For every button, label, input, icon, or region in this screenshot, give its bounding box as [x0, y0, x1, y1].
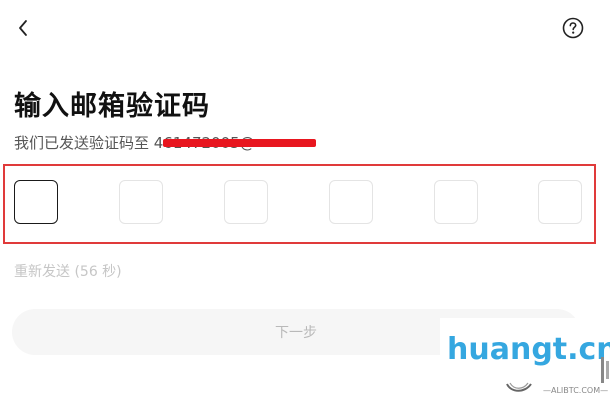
next-button-label: 下一步: [275, 325, 317, 341]
otp-cell-3[interactable]: [224, 180, 268, 224]
help-button[interactable]: [561, 16, 585, 40]
otp-cell-4[interactable]: [329, 180, 373, 224]
resend-link[interactable]: 重新发送 (56 秒): [14, 261, 122, 281]
otp-cell-2[interactable]: [119, 180, 163, 224]
subtitle-prefix: 我们已发送验证码至: [14, 134, 150, 152]
chevron-left-icon: [19, 20, 27, 36]
watermark-subtext: —ALIBTC.COM—: [543, 386, 609, 395]
watermark-text: huangt.cn: [447, 332, 610, 367]
redaction-mark: [163, 139, 316, 147]
otp-cell-6[interactable]: [538, 180, 582, 224]
page-title: 输入邮箱验证码: [14, 91, 210, 122]
watermark-logo-icon: [506, 382, 532, 392]
back-button[interactable]: [12, 16, 34, 40]
question-circle-icon: [562, 17, 584, 39]
otp-highlight-frame: [3, 164, 596, 244]
otp-cell-5[interactable]: [434, 180, 478, 224]
watermark-bracket-icon: [601, 357, 609, 383]
otp-cell-1[interactable]: [14, 180, 58, 224]
